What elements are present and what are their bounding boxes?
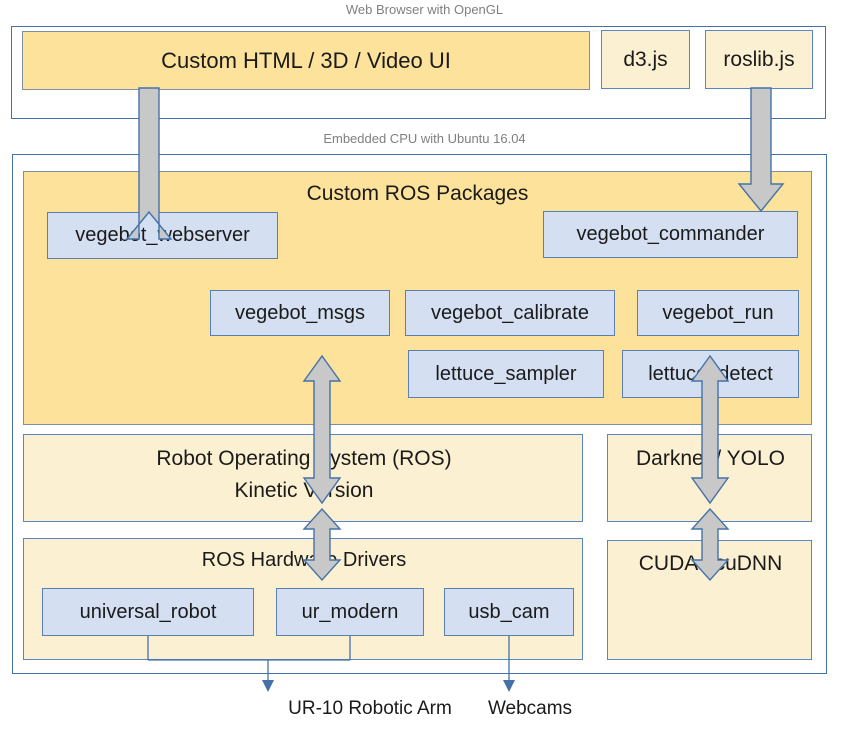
arrowhead-ur10 — [262, 680, 274, 692]
cuda-cudnn-title: CUDA / cuDNN — [638, 552, 783, 575]
architecture-diagram: Web Browser with OpenGL Embedded CPU wit… — [0, 0, 849, 733]
ros-middleware-line1: Robot Operating System (ROS) — [156, 447, 452, 470]
arrowhead-webcams — [503, 680, 515, 692]
ros-middleware-line2: Kinetic Version — [234, 479, 374, 502]
hardware-label-webcams: Webcams — [487, 698, 573, 719]
ros-hardware-drivers-box: ROS Hardware Drivers — [23, 538, 583, 660]
ros-middleware-box[interactable]: Robot Operating System (ROS) Kinetic Ver… — [23, 434, 583, 522]
cuda-cudnn-box[interactable]: CUDA / cuDNN — [607, 540, 812, 660]
darknet-yolo-title: Darknet / YOLO — [635, 447, 785, 470]
ros-hardware-drivers-title: ROS Hardware Drivers — [201, 549, 407, 571]
browser-layer-caption: Web Browser with OpenGL — [345, 2, 504, 17]
custom-ros-packages-box — [23, 171, 812, 425]
browser-layer-container — [11, 26, 826, 119]
darknet-yolo-box[interactable]: Darknet / YOLO — [607, 434, 812, 522]
hardware-label-ur10: UR-10 Robotic Arm — [288, 698, 452, 719]
custom-ros-packages-title: Custom ROS Packages — [306, 182, 529, 205]
embedded-cpu-caption: Embedded CPU with Ubuntu 16.04 — [323, 131, 526, 146]
